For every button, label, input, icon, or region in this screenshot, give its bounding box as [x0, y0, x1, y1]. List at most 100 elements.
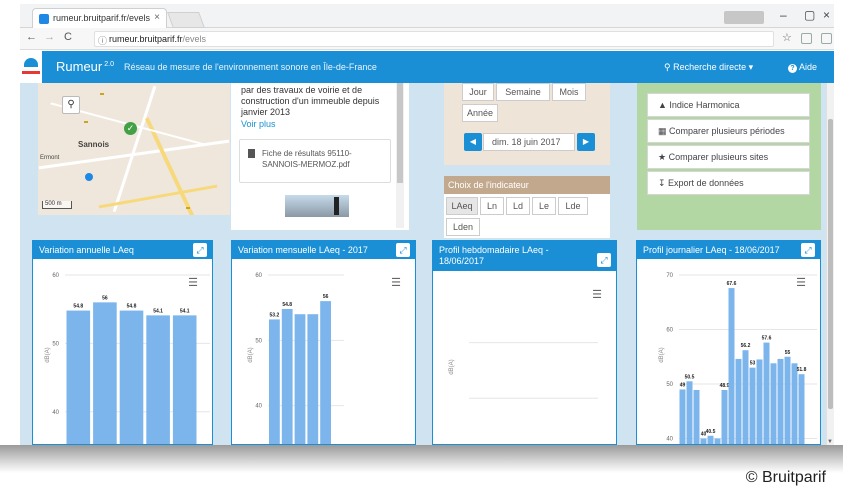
indicator-ld-button[interactable]: Ld: [506, 197, 530, 215]
period-year-button[interactable]: Année: [462, 104, 498, 122]
info-scroll-thumb[interactable]: [397, 83, 403, 183]
compare-periods-button[interactable]: ▦ Comparer plusieurs périodes: [647, 119, 810, 143]
station-dot-icon[interactable]: [85, 173, 93, 181]
period-week-button[interactable]: Semaine: [496, 83, 550, 101]
y-tick-label: 40: [255, 404, 262, 410]
next-day-button[interactable]: ▶: [577, 133, 595, 151]
bar[interactable]: [756, 359, 763, 445]
site-info-icon[interactable]: ⓘ: [98, 34, 107, 47]
forward-icon[interactable]: →: [44, 31, 55, 43]
y-axis-label: dB(A): [45, 347, 51, 362]
results-file-link[interactable]: Fiche de résultats 95110-SANNOIS-MERMOZ.…: [239, 139, 391, 183]
bar[interactable]: [777, 358, 784, 445]
expand-icon[interactable]: ⤢: [396, 243, 410, 257]
period-day-button[interactable]: Jour: [462, 83, 494, 101]
star-icon: ★: [658, 152, 669, 162]
direct-search-menu[interactable]: ⚲ Recherche directe ▾: [664, 62, 753, 73]
panel-header: Profil hebdomadaire LAeq - 18/06/2017: [433, 241, 616, 271]
indicator-laeq-button[interactable]: LAeq: [446, 197, 478, 215]
bar[interactable]: [679, 389, 686, 445]
bar[interactable]: [735, 358, 742, 445]
bar[interactable]: [686, 381, 693, 445]
road-badge: [84, 121, 88, 123]
export-data-button[interactable]: ↧ Export de données: [647, 171, 810, 195]
back-icon[interactable]: ←: [26, 31, 37, 43]
date-field[interactable]: dim. 18 juin 2017: [483, 133, 575, 151]
panel-header: Variation annuelle LAeq: [33, 241, 212, 259]
minimize-icon[interactable]: –: [780, 8, 787, 22]
brand-version: 2.0: [104, 60, 114, 68]
cast-icon[interactable]: [821, 33, 832, 44]
triangle-icon: ▲: [658, 100, 670, 110]
station-photo[interactable]: [285, 195, 349, 217]
page-scrollbar[interactable]: ▼: [826, 83, 834, 445]
extension-icon[interactable]: [801, 33, 812, 44]
page-scroll-thumb[interactable]: [828, 119, 833, 409]
harmonica-index-button[interactable]: ▲ Indice Harmonica: [647, 93, 810, 117]
bruitparif-logo[interactable]: [20, 51, 42, 83]
bar[interactable]: [798, 374, 805, 445]
monthly-variation-panel: Variation mensuelle LAeq - 2017 ⤢ ☰ 3040…: [231, 240, 416, 445]
locate-pin-button[interactable]: ⚲: [62, 96, 80, 114]
bar[interactable]: [770, 363, 777, 445]
station-check-icon[interactable]: ✓: [124, 122, 137, 135]
previous-day-button[interactable]: ◀: [464, 133, 482, 151]
y-tick-label: 40: [666, 437, 673, 443]
indicator-lden-button[interactable]: Lden: [446, 218, 480, 236]
bar[interactable]: [93, 302, 117, 445]
new-tab-button[interactable]: [167, 12, 205, 28]
map-label-sannois: Sannois: [78, 140, 110, 149]
maximize-icon[interactable]: ▢: [804, 8, 815, 22]
indicator-lde-button[interactable]: Lde: [558, 197, 588, 215]
bar[interactable]: [728, 288, 735, 445]
panel-header: Variation mensuelle LAeq - 2017: [232, 241, 415, 259]
browser-tab[interactable]: rumeur.bruitparif.fr/evels ×: [32, 8, 167, 28]
screenshot-frame: rumeur.bruitparif.fr/evels × – ▢ × ← → C…: [0, 0, 843, 491]
bar[interactable]: [307, 314, 319, 445]
expand-icon[interactable]: ⤢: [801, 243, 815, 257]
help-link[interactable]: ? Aide: [788, 62, 817, 73]
reload-icon[interactable]: C: [64, 31, 72, 43]
panel-title: Variation annuelle LAeq: [39, 245, 134, 255]
bar[interactable]: [146, 315, 170, 445]
data-label: 56: [323, 294, 329, 300]
monthly-variation-chart: 30405060dB(A)53.254.856: [248, 273, 344, 445]
data-label: 40.5: [706, 429, 716, 435]
tab-close-icon[interactable]: ×: [154, 12, 160, 23]
period-month-button[interactable]: Mois: [552, 83, 586, 101]
indicator-ln-button[interactable]: Ln: [480, 197, 504, 215]
bar[interactable]: [294, 314, 306, 445]
indicator-le-button[interactable]: Le: [532, 197, 556, 215]
bar[interactable]: [763, 342, 770, 445]
help-icon: ?: [788, 64, 797, 73]
bar[interactable]: [66, 310, 91, 445]
bar[interactable]: [320, 301, 331, 445]
main-content: ⚲ Sannois Ermont ✓ 500 m par des travaux…: [20, 83, 826, 445]
bar[interactable]: [693, 389, 700, 445]
expand-icon[interactable]: ⤢: [193, 243, 207, 257]
station-map[interactable]: ⚲ Sannois Ermont ✓ 500 m: [38, 83, 230, 215]
info-scrollbar[interactable]: [396, 83, 404, 228]
app-navbar: Rumeur 2.0 Réseau de mesure de l'environn…: [20, 51, 834, 83]
profile-badge[interactable]: [724, 11, 764, 24]
app-tagline: Réseau de mesure de l'environnement sono…: [124, 62, 377, 72]
url-field[interactable]: ⓘ rumeur.bruitparif.fr/evels: [94, 31, 774, 47]
panel-title: Profil hebdomadaire LAeq - 18/06/2017: [439, 245, 549, 266]
bar[interactable]: [791, 363, 798, 445]
expand-icon[interactable]: ⤢: [597, 253, 611, 267]
bar[interactable]: [742, 350, 749, 445]
bar[interactable]: [172, 315, 197, 445]
read-more-link[interactable]: Voir plus: [241, 119, 399, 129]
bar[interactable]: [281, 308, 293, 445]
compare-sites-button[interactable]: ★ Comparer plusieurs sites: [647, 145, 810, 169]
bookmark-star-icon[interactable]: ☆: [782, 31, 792, 44]
bar[interactable]: [784, 356, 791, 445]
bar[interactable]: [707, 435, 714, 445]
app-brand[interactable]: Rumeur 2.0: [56, 59, 114, 74]
bar[interactable]: [749, 367, 756, 445]
bar[interactable]: [269, 319, 280, 445]
bar[interactable]: [721, 389, 728, 445]
annual-variation-panel: Variation annuelle LAeq ⤢ ☰ 40 50 60 dB(A) 5…: [32, 240, 213, 445]
window-close-icon[interactable]: ×: [823, 8, 830, 22]
bar[interactable]: [119, 310, 144, 445]
